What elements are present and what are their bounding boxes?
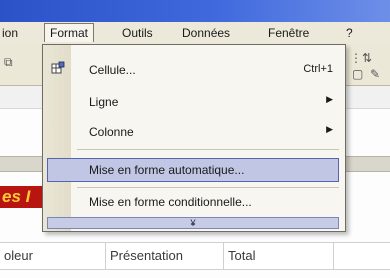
expand-menu-chevron-icon[interactable]: ¥ — [47, 217, 339, 229]
menu-item-label: Mise en forme conditionnelle... — [89, 195, 252, 209]
menu-separator — [77, 187, 339, 188]
window-title-bar — [0, 0, 390, 22]
submenu-arrow-icon: ▶ — [326, 124, 333, 134]
format-dropdown-menu: Cellule... Ctrl+1 Ligne ▶ Colonne ▶ Mise… — [42, 44, 346, 232]
menu-item-mise-en-forme-automatique[interactable]: Mise en forme automatique... — [47, 158, 339, 182]
red-title-cell[interactable]: es I — [0, 186, 42, 208]
toolbar-partial-icon[interactable]: ⧉ — [4, 55, 13, 70]
grid-cell[interactable]: Présentation — [106, 243, 224, 269]
menu-format[interactable]: Format — [44, 23, 95, 42]
cell-format-icon — [51, 61, 65, 74]
grid-cell[interactable]: oleur — [0, 243, 106, 269]
menu-fenetre[interactable]: Fenêtre — [268, 26, 309, 40]
menu-item-colonne[interactable]: Colonne ▶ — [43, 121, 345, 143]
menu-separator — [77, 149, 339, 150]
menu-item-shortcut: Ctrl+1 — [303, 63, 333, 75]
menu-item-label: Ligne — [89, 95, 119, 109]
table-row: oleur Présentation Total — [0, 242, 390, 270]
grid-cell[interactable]: Total — [224, 243, 334, 269]
menu-item-label: Cellule... — [89, 63, 136, 77]
menu-item-cellule[interactable]: Cellule... Ctrl+1 — [43, 59, 345, 81]
toolbar-icon[interactable]: ▢ — [352, 67, 363, 81]
menu-item-label: Mise en forme automatique... — [89, 163, 245, 177]
grid-cell[interactable] — [334, 243, 390, 269]
sort-icon[interactable]: ⇅ — [362, 51, 372, 65]
menu-item-label: Colonne — [89, 125, 134, 139]
drawing-icon[interactable]: ✎ — [370, 67, 380, 81]
menu-item-mise-en-forme-conditionnelle[interactable]: Mise en forme conditionnelle... — [43, 191, 345, 213]
menu-insertion[interactable]: ion — [2, 26, 18, 40]
menu-outils[interactable]: Outils — [122, 26, 153, 40]
menu-donnees[interactable]: Données — [182, 26, 230, 40]
menu-item-ligne[interactable]: Ligne ▶ — [43, 91, 345, 113]
toolbar-separator-icon: ⋮ — [350, 51, 362, 65]
menu-help[interactable]: ? — [346, 26, 353, 40]
submenu-arrow-icon: ▶ — [326, 94, 333, 104]
menu-bar: ion Format Outils Données Fenêtre ? — [0, 22, 390, 46]
